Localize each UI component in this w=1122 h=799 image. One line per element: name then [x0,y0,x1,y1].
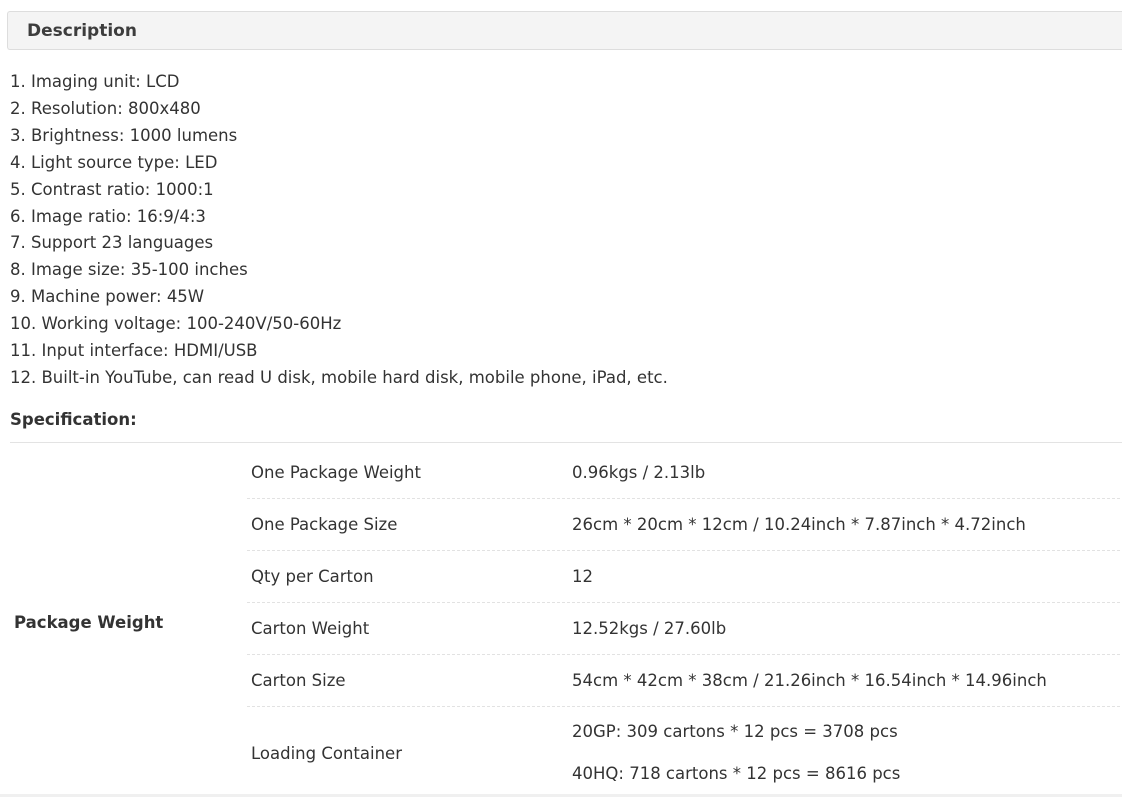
spec-row-one-package-weight: One Package Weight 0.96kgs / 2.13lb [247,447,1120,499]
feature-item: 3. Brightness: 1000 lumens [10,125,238,145]
spec-key: One Package Size [251,515,398,534]
specification-table: One Package Weight 0.96kgs / 2.13lb One … [247,447,1120,799]
feature-item: 1. Imaging unit: LCD [10,72,180,91]
feature-item: 4. Light source type: LED [10,152,218,172]
spec-row-carton-size: Carton Size 54cm * 42cm * 38cm / 21.26in… [247,655,1120,707]
spec-key: Carton Size [251,671,346,690]
feature-item: 11. Input interface: HDMI/USB [10,341,258,361]
spec-key: Loading Container [251,743,402,763]
feature-item: 7. Support 23 languages [10,233,214,253]
specification-divider [10,442,1122,443]
feature-item: 2. Resolution: 800x480 [10,98,201,118]
spec-value: 12 [572,567,593,586]
spec-value: 12.52kgs / 27.60lb [572,619,727,638]
loading-40hq: 40HQ: 718 cartons * 12 pcs = 8616 pcs [572,764,901,783]
specification-heading: Specification: [10,410,137,429]
spec-value: 26cm * 20cm * 12cm / 10.24inch * 7.87inc… [572,515,1026,534]
feature-item: 10. Working voltage: 100-240V/50-60Hz [10,314,342,334]
feature-item: 6. Image ratio: 16:9/4:3 [10,206,206,226]
spec-value: 0.96kgs / 2.13lb [572,463,706,482]
description-title: Description [27,21,137,41]
loading-20gp: 20GP: 309 cartons * 12 pcs = 3708 pcs [572,722,898,741]
feature-item: 8. Image size: 35-100 inches [10,260,248,280]
spec-value: 20GP: 309 cartons * 12 pcs = 3708 pcs 40… [572,707,1120,799]
feature-item: 12. Built-in YouTube, can read U disk, m… [10,367,668,387]
spec-key: Carton Weight [251,619,370,638]
feature-item: 5. Contrast ratio: 1000:1 [10,179,214,199]
description-tab-header[interactable]: Description [7,11,1122,50]
spec-row-one-package-size: One Package Size 26cm * 20cm * 12cm / 10… [247,499,1120,551]
spec-value: 54cm * 42cm * 38cm / 21.26inch * 16.54in… [572,671,1047,690]
spec-row-carton-weight: Carton Weight 12.52kgs / 27.60lb [247,603,1120,655]
spec-key: One Package Weight [251,463,421,482]
spec-row-loading-container: Loading Container 20GP: 309 cartons * 12… [247,707,1120,799]
spec-key: Qty per Carton [251,567,374,586]
package-weight-group-label: Package Weight [14,613,164,632]
spec-row-qty-per-carton: Qty per Carton 12 [247,551,1120,603]
feature-list: 1. Imaging unit: LCD 2. Resolution: 800x… [10,69,668,392]
feature-item: 9. Machine power: 45W [10,287,205,307]
